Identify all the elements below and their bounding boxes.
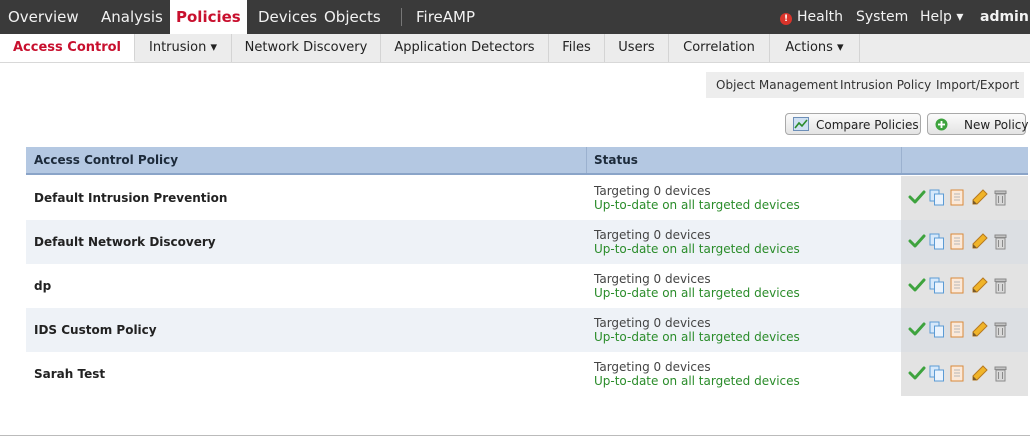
targeting-text: Targeting 0 devices — [594, 360, 711, 374]
col-header-policy: Access Control Policy — [34, 153, 179, 167]
pencil-icon[interactable] — [971, 233, 988, 250]
trash-icon[interactable] — [994, 233, 1007, 250]
copy-icon[interactable] — [929, 233, 945, 250]
utility-links: Object Management Intrusion Policy Impor… — [706, 72, 1024, 98]
trash-icon[interactable] — [994, 365, 1007, 382]
up-to-date-text: Up-to-date on all targeted devices — [594, 374, 800, 388]
policy-name[interactable]: Default Intrusion Prevention — [34, 176, 227, 220]
table-row: Sarah Test Targeting 0 devices Up-to-dat… — [26, 352, 1028, 396]
policy-name[interactable]: Default Network Discovery — [34, 220, 216, 264]
nav-objects[interactable]: Objects — [324, 0, 381, 34]
up-to-date-text: Up-to-date on all targeted devices — [594, 330, 800, 344]
nav-devices[interactable]: Devices — [258, 0, 317, 34]
copy-icon[interactable] — [929, 189, 945, 206]
col-divider — [586, 147, 587, 173]
nav-policies[interactable]: Policies — [170, 0, 247, 34]
trash-icon[interactable] — [994, 277, 1007, 294]
table-row: Default Intrusion Prevention Targeting 0… — [26, 176, 1028, 220]
user-menu[interactable]: admin — [980, 0, 1029, 34]
help-menu[interactable]: Help ▾ — [920, 0, 963, 34]
subnav-users[interactable]: Users — [605, 34, 669, 62]
trash-icon[interactable] — [994, 321, 1007, 338]
link-object-management[interactable]: Object Management — [716, 72, 838, 98]
alert-icon: ! — [780, 13, 792, 25]
report-icon[interactable] — [950, 321, 964, 338]
up-to-date-text: Up-to-date on all targeted devices — [594, 198, 800, 212]
link-intrusion-policy[interactable]: Intrusion Policy — [840, 72, 931, 98]
nav-fireamp[interactable]: FireAMP — [416, 0, 475, 34]
pencil-icon[interactable] — [971, 365, 988, 382]
policy-status: Targeting 0 devices Up-to-date on all ta… — [594, 360, 800, 388]
policy-status: Targeting 0 devices Up-to-date on all ta… — [594, 316, 800, 344]
policy-status: Targeting 0 devices Up-to-date on all ta… — [594, 228, 800, 256]
table-row: Default Network Discovery Targeting 0 de… — [26, 220, 1028, 264]
table-row: dp Targeting 0 devices Up-to-date on all… — [26, 264, 1028, 308]
copy-icon[interactable] — [929, 365, 945, 382]
targeting-text: Targeting 0 devices — [594, 316, 711, 330]
row-actions — [901, 308, 1028, 352]
row-actions — [901, 220, 1028, 264]
new-policy-label: New Policy — [964, 118, 1029, 132]
pencil-icon[interactable] — [971, 189, 988, 206]
link-import-export[interactable]: Import/Export — [936, 72, 1019, 98]
compare-policies-button[interactable]: Compare Policies — [785, 113, 921, 135]
col-divider — [901, 147, 902, 173]
policy-name[interactable]: Sarah Test — [34, 352, 105, 396]
plus-circle-icon — [935, 118, 948, 131]
targeting-text: Targeting 0 devices — [594, 228, 711, 242]
report-icon[interactable] — [950, 277, 964, 294]
checkmark-icon[interactable] — [908, 233, 926, 249]
up-to-date-text: Up-to-date on all targeted devices — [594, 286, 800, 300]
footer-divider — [0, 435, 1030, 436]
subnav-correlation[interactable]: Correlation — [669, 34, 770, 62]
policy-status: Targeting 0 devices Up-to-date on all ta… — [594, 184, 800, 212]
table-row: IDS Custom Policy Targeting 0 devices Up… — [26, 308, 1028, 352]
new-policy-button[interactable]: New Policy — [927, 113, 1029, 135]
report-icon[interactable] — [950, 365, 964, 382]
targeting-text: Targeting 0 devices — [594, 184, 711, 198]
row-actions — [901, 176, 1028, 220]
subnav-network-discovery[interactable]: Network Discovery — [232, 34, 381, 62]
policy-table-header: Access Control Policy Status — [26, 147, 1028, 175]
policy-status: Targeting 0 devices Up-to-date on all ta… — [594, 272, 800, 300]
checkmark-icon[interactable] — [908, 277, 926, 293]
nav-analysis[interactable]: Analysis — [101, 0, 163, 34]
pencil-icon[interactable] — [971, 321, 988, 338]
targeting-text: Targeting 0 devices — [594, 272, 711, 286]
policy-name[interactable]: IDS Custom Policy — [34, 308, 157, 352]
col-header-status: Status — [594, 153, 638, 167]
nav-overview[interactable]: Overview — [8, 0, 79, 34]
trash-icon[interactable] — [994, 189, 1007, 206]
subnav-application-detectors[interactable]: Application Detectors — [381, 34, 549, 62]
copy-icon[interactable] — [929, 321, 945, 338]
health-menu[interactable]: ! Health — [780, 0, 843, 34]
row-actions — [901, 352, 1028, 396]
health-label: Health — [797, 9, 843, 25]
compare-icon — [793, 117, 809, 131]
sub-navigation-bar: Access Control Intrusion ▾ Network Disco… — [0, 34, 1030, 63]
report-icon[interactable] — [950, 233, 964, 250]
policy-name[interactable]: dp — [34, 264, 51, 308]
subnav-access-control[interactable]: Access Control — [0, 34, 135, 62]
subnav-files[interactable]: Files — [549, 34, 605, 62]
checkmark-icon[interactable] — [908, 365, 926, 381]
subnav-intrusion[interactable]: Intrusion ▾ — [135, 34, 232, 62]
up-to-date-text: Up-to-date on all targeted devices — [594, 242, 800, 256]
subnav-actions[interactable]: Actions ▾ — [770, 34, 860, 62]
nav-divider — [401, 8, 402, 26]
top-navigation-bar: Overview Analysis Policies Devices Objec… — [0, 0, 1030, 34]
checkmark-icon[interactable] — [908, 321, 926, 337]
copy-icon[interactable] — [929, 277, 945, 294]
pencil-icon[interactable] — [971, 277, 988, 294]
compare-policies-label: Compare Policies — [816, 118, 919, 132]
system-menu[interactable]: System — [856, 0, 908, 34]
checkmark-icon[interactable] — [908, 189, 926, 205]
row-actions — [901, 264, 1028, 308]
report-icon[interactable] — [950, 189, 964, 206]
